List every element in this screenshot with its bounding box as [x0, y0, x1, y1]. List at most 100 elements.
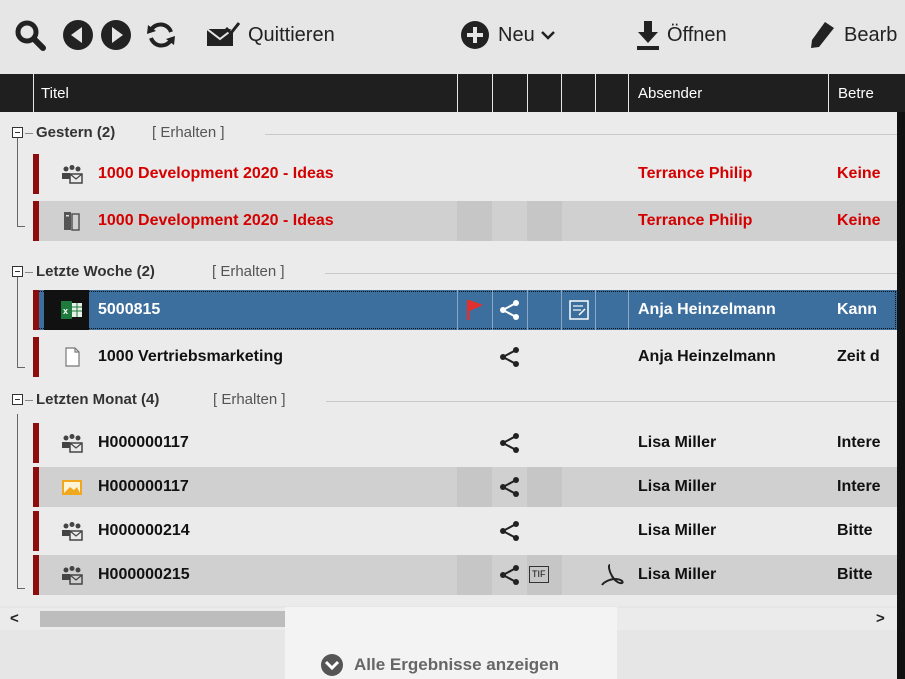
collapse-toggle[interactable]: [12, 394, 23, 405]
unread-marker: [33, 555, 39, 595]
row-title: H000000117: [98, 434, 189, 451]
row-title: 1000 Development 2020 - Ideas: [98, 165, 334, 182]
row-title: H000000215: [98, 566, 190, 583]
table-row[interactable]: 1000 Development 2020 - Ideas Terrance P…: [33, 154, 897, 194]
column-header: Titel Absender Betre: [0, 74, 905, 112]
collapse-toggle[interactable]: [12, 127, 23, 138]
row-sender: Lisa Miller: [638, 522, 717, 539]
group-keep-link[interactable]: [ Erhalten ]: [152, 124, 225, 141]
show-all-panel: Alle Ergebnisse anzeigen: [285, 607, 617, 679]
row-sender: Terrance Philip: [638, 212, 753, 229]
table-row[interactable]: H000000117 Lisa Miller Intere: [33, 467, 897, 507]
show-all-label: Alle Ergebnisse anzeigen: [354, 655, 560, 674]
document-icon: [65, 347, 80, 367]
back-button[interactable]: [62, 0, 94, 70]
group-title: Letzte Woche (2): [36, 263, 155, 280]
share-icon[interactable]: [499, 300, 521, 320]
unread-marker: [33, 290, 39, 330]
group-mail-icon: [62, 165, 83, 184]
open-button[interactable]: Öffnen: [637, 0, 727, 70]
group-header: Letzte Woche (2) [ Erhalten ]: [0, 256, 897, 289]
row-sender: Anja Heinzelmann: [638, 348, 776, 365]
unread-marker: [33, 511, 39, 551]
unread-marker: [33, 467, 39, 507]
row-title: H000000214: [98, 522, 190, 539]
column-subject[interactable]: Betre: [838, 74, 874, 112]
group-title: Letzten Monat (4): [36, 391, 160, 408]
share-icon[interactable]: [499, 565, 521, 585]
unread-marker: [33, 423, 39, 463]
unread-marker: [33, 337, 39, 377]
share-icon[interactable]: [499, 433, 521, 453]
vertical-scrollbar[interactable]: [897, 112, 905, 679]
excel-icon: x: [61, 301, 82, 319]
acknowledge-label: Quittieren: [248, 23, 335, 46]
show-all-button[interactable]: Alle Ergebnisse anzeigen: [320, 653, 559, 677]
group-keep-link[interactable]: [ Erhalten ]: [212, 263, 285, 280]
note-icon[interactable]: [569, 300, 589, 320]
share-icon[interactable]: [499, 347, 521, 367]
open-label: Öffnen: [667, 23, 727, 46]
search-button[interactable]: [14, 0, 46, 70]
share-icon[interactable]: [499, 521, 521, 541]
row-subject: Bitte: [837, 566, 873, 583]
group-header: Letzten Monat (4) [ Erhalten ]: [0, 384, 897, 417]
pdf-icon[interactable]: [600, 563, 624, 587]
row-subject: Bitte: [837, 522, 873, 539]
svg-text:x: x: [63, 306, 68, 316]
refresh-button[interactable]: [145, 0, 177, 70]
row-sender: Lisa Miller: [638, 478, 717, 495]
chevron-down-icon: [540, 31, 555, 40]
tif-icon[interactable]: TIF: [529, 566, 549, 583]
edit-button[interactable]: Bearb: [808, 0, 897, 70]
table-row[interactable]: H000000215 TIF Lisa Miller Bitte: [33, 555, 897, 595]
flag-icon[interactable]: [466, 299, 484, 321]
image-icon: [62, 480, 82, 495]
refresh-icon: [147, 22, 175, 48]
group-keep-link[interactable]: [ Erhalten ]: [213, 391, 286, 408]
acknowledge-button[interactable]: Quittieren: [206, 0, 335, 70]
row-subject: Keine: [837, 165, 881, 182]
column-sender[interactable]: Absender: [638, 74, 702, 112]
new-button[interactable]: Neu: [460, 0, 555, 70]
row-title: 1000 Vertriebsmarketing: [98, 348, 283, 365]
row-subject: Kann: [837, 301, 877, 318]
table-row[interactable]: 1000 Development 2020 - Ideas Terrance P…: [33, 201, 897, 241]
share-icon[interactable]: [499, 477, 521, 497]
group-mail-icon: [62, 566, 83, 585]
row-title: H000000117: [98, 478, 189, 495]
chevron-down-circle-icon: [321, 654, 343, 676]
new-label: Neu: [498, 23, 535, 46]
group-header: Gestern (2) [ Erhalten ]: [0, 117, 897, 150]
collapse-toggle[interactable]: [12, 266, 23, 277]
group-mail-icon: [62, 434, 83, 453]
back-icon: [63, 20, 93, 50]
row-title: 5000815: [98, 301, 161, 318]
row-subject: Intere: [837, 434, 881, 451]
row-sender: Lisa Miller: [638, 434, 717, 451]
row-title: 1000 Development 2020 - Ideas: [98, 212, 334, 229]
edit-label: Bearb: [844, 23, 898, 46]
table-row-selected[interactable]: x 5000815 Anja Heinzelmann Kann: [33, 290, 897, 330]
scroll-right-arrow[interactable]: >: [876, 610, 885, 627]
row-sender: Terrance Philip: [638, 165, 753, 182]
row-subject: Keine: [837, 212, 881, 229]
scroll-left-arrow[interactable]: <: [10, 610, 19, 627]
group-title: Gestern (2): [36, 124, 116, 141]
row-sender: Lisa Miller: [638, 566, 717, 583]
row-subject: Zeit d: [837, 348, 880, 365]
result-list: Gestern (2) [ Erhalten ] 1000 Developmen…: [0, 112, 897, 606]
download-icon: [637, 21, 659, 50]
forward-button[interactable]: [100, 0, 132, 70]
table-row[interactable]: 1000 Vertriebsmarketing Anja Heinzelmann…: [33, 337, 897, 377]
column-title[interactable]: Titel: [41, 74, 69, 112]
table-row[interactable]: H000000117 Lisa Miller Intere: [33, 423, 897, 463]
unread-marker: [33, 201, 39, 241]
table-row[interactable]: H000000214 Lisa Miller Bitte: [33, 511, 897, 551]
unread-marker: [33, 154, 39, 194]
row-sender: Anja Heinzelmann: [638, 301, 776, 318]
row-subject: Intere: [837, 478, 881, 495]
pencil-icon: [811, 22, 834, 48]
forward-icon: [101, 20, 131, 50]
plus-circle-icon: [461, 21, 489, 49]
